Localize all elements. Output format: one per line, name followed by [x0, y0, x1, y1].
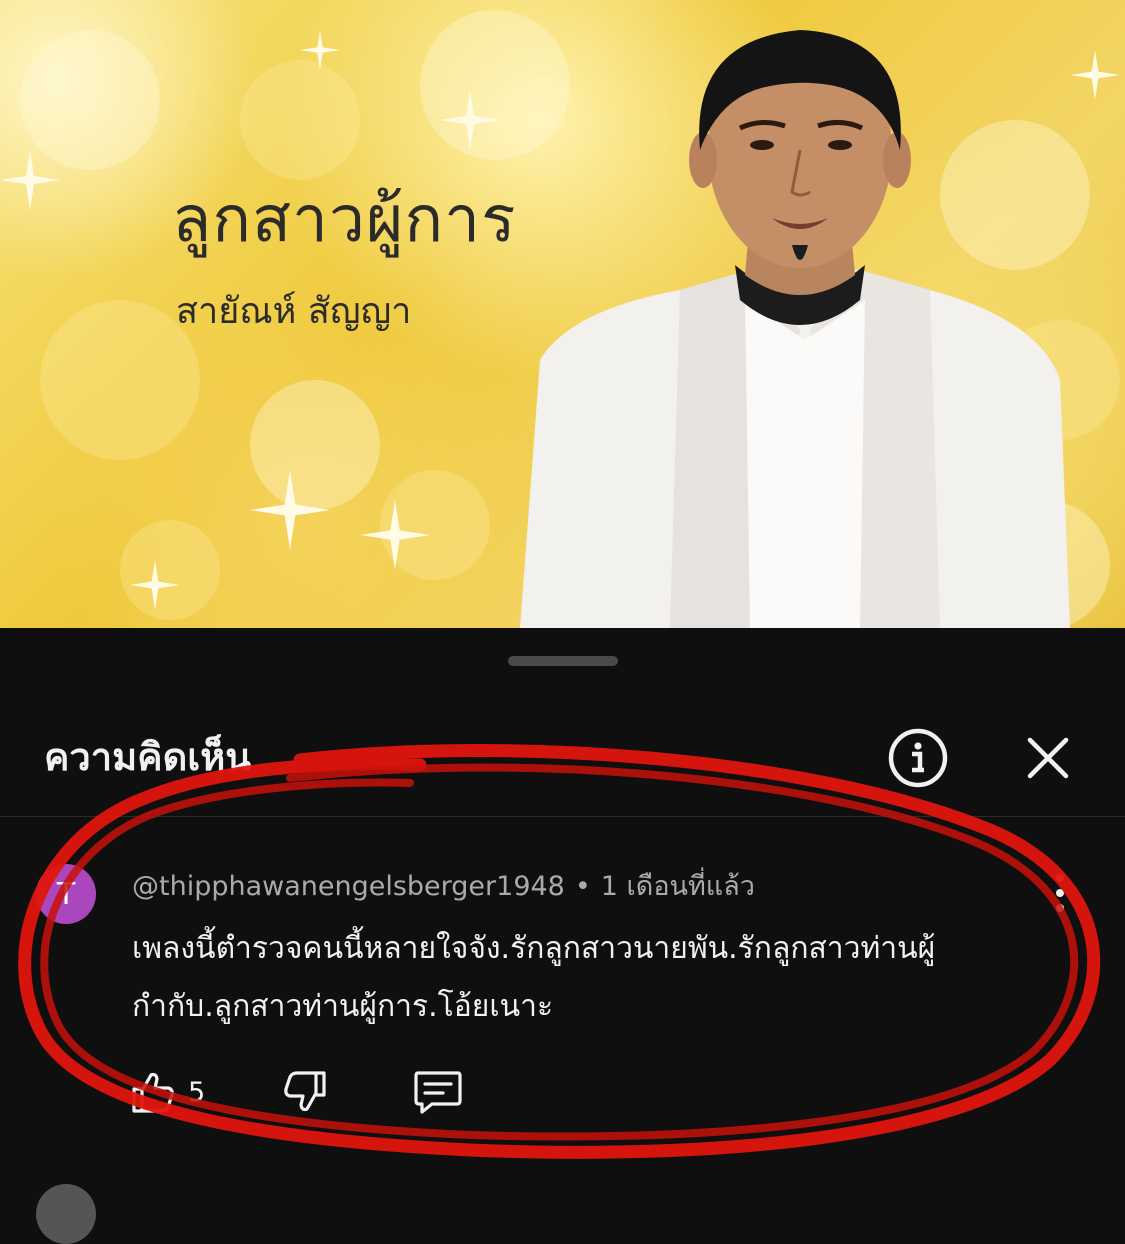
drag-handle[interactable]	[508, 656, 618, 666]
comment-menu-button[interactable]	[1040, 868, 1080, 918]
comment-author[interactable]: @thipphawanengelsberger1948	[132, 871, 565, 902]
comment-meta: @thipphawanengelsberger1948 • 1 เดือนที่แล…	[132, 864, 755, 907]
video-thumbnail[interactable]: ลูกสาวผู้การ สายัณห์ สัญญา	[0, 0, 1125, 628]
next-comment-avatar[interactable]	[36, 1184, 96, 1244]
thumbs-up-icon	[132, 1072, 174, 1113]
avatar[interactable]: T	[36, 864, 96, 924]
close-button[interactable]	[1012, 722, 1084, 794]
more-vertical-icon	[1056, 874, 1064, 912]
reply-button[interactable]	[412, 1068, 464, 1116]
sparkle-icon	[440, 90, 500, 150]
like-count: 5	[188, 1076, 206, 1108]
close-icon	[1027, 737, 1069, 779]
info-button[interactable]	[882, 722, 954, 794]
sparkle-icon	[360, 500, 430, 570]
singer-photo	[520, 30, 1070, 628]
comments-panel: ความคิดเห็น T @thipphawanengelsberger194…	[0, 632, 1125, 1244]
bokeh-light	[240, 60, 360, 180]
meta-separator: •	[574, 871, 591, 902]
comment-time: 1 เดือนที่แล้ว	[600, 871, 755, 902]
header-divider	[0, 816, 1125, 817]
comment-text: เพลงนี้ตำรวจคนนี้หลายใจจัง.รักลูกสาวนายพ…	[132, 931, 936, 1024]
song-title: ลูกสาวผู้การ	[172, 183, 517, 257]
reply-icon	[414, 1071, 462, 1114]
info-circle-icon	[888, 728, 948, 788]
dislike-button[interactable]	[282, 1068, 328, 1116]
panel-title: ความคิดเห็น	[44, 735, 252, 779]
sparkle-icon	[300, 30, 340, 70]
sparkle-icon	[0, 150, 60, 210]
song-artist: สายัณห์ สัญญา	[176, 291, 412, 332]
sparkle-icon	[130, 560, 180, 610]
thumbs-down-icon	[284, 1071, 326, 1112]
like-button[interactable]: 5	[130, 1068, 205, 1116]
bokeh-light	[20, 30, 160, 170]
sparkle-icon	[250, 470, 330, 550]
